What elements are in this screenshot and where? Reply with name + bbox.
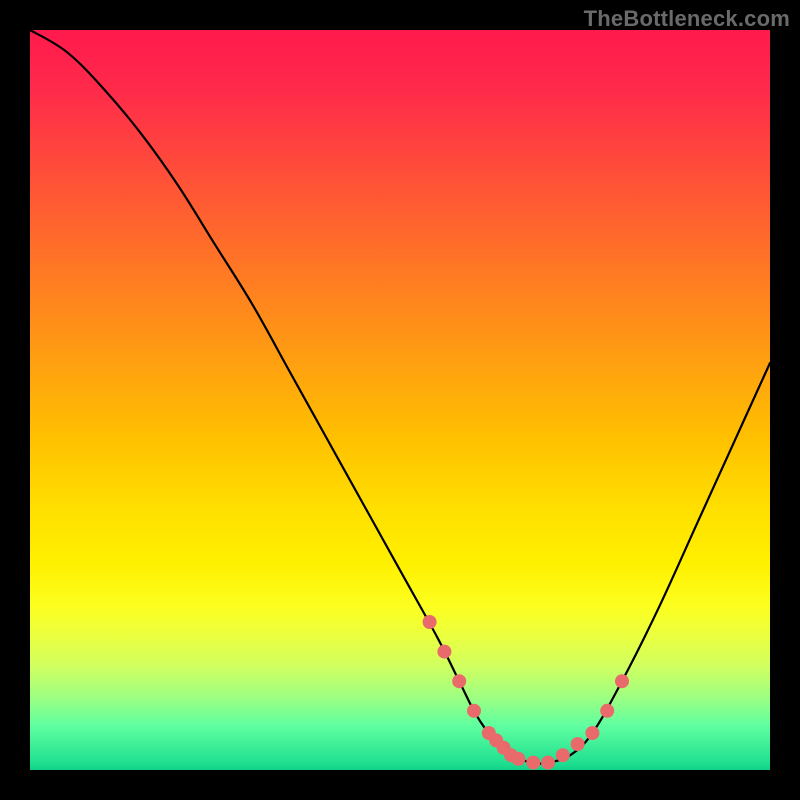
watermark-text: TheBottleneck.com	[584, 6, 790, 32]
highlight-dot	[437, 645, 451, 659]
chart-frame: TheBottleneck.com	[0, 0, 800, 800]
highlight-dot	[556, 748, 570, 762]
highlight-dot	[600, 704, 614, 718]
highlight-dot	[585, 726, 599, 740]
plot-area	[30, 30, 770, 770]
highlight-dot	[615, 674, 629, 688]
highlight-dot	[511, 752, 525, 766]
bottleneck-curve	[30, 30, 770, 764]
highlight-dot	[571, 737, 585, 751]
highlight-dot	[467, 704, 481, 718]
highlight-dot	[526, 756, 540, 770]
curve-svg	[30, 30, 770, 770]
highlight-dot	[423, 615, 437, 629]
highlight-dot	[452, 674, 466, 688]
highlight-dot	[541, 756, 555, 770]
highlight-dots	[423, 615, 629, 770]
